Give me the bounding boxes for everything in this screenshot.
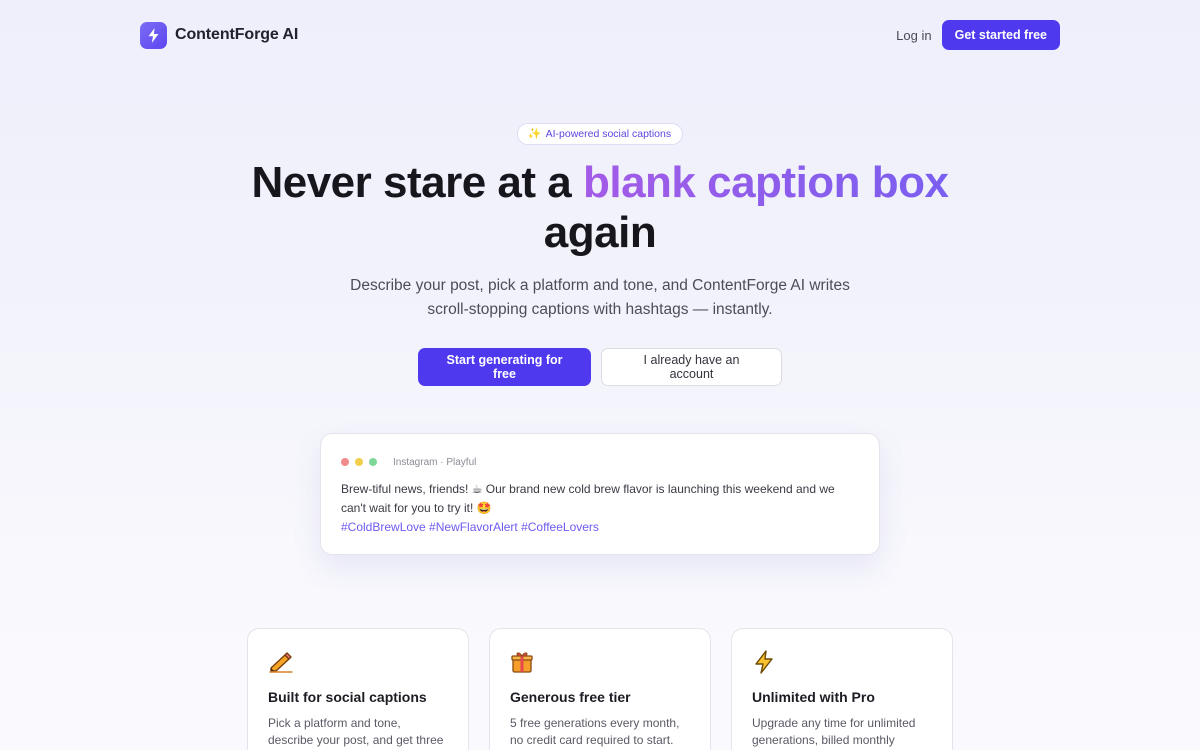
window-dot-green <box>369 458 377 466</box>
brand-name: ContentForge AI <box>175 26 299 43</box>
start-generating-button[interactable]: Start generating for free <box>418 348 591 386</box>
login-link[interactable]: Log in <box>896 28 931 43</box>
preview-hashtags: #ColdBrewLove #NewFlavorAlert #CoffeeLov… <box>341 520 599 534</box>
feature-cards: Built for social captions Pick a platfor… <box>247 628 953 750</box>
preview-header: Instagram · Playful <box>341 454 859 470</box>
existing-account-button[interactable]: I already have an account <box>601 348 782 386</box>
headline-accent: blank caption box <box>582 158 949 207</box>
feature-title: Built for social captions <box>268 689 427 705</box>
feature-desc: Upgrade any time for unlimited generatio… <box>752 716 916 747</box>
gift-icon <box>510 649 690 675</box>
top-nav: ContentForge AI Log in Get started free <box>140 20 1060 50</box>
lightning-bolt-icon <box>140 21 167 49</box>
lightning-icon <box>752 649 932 675</box>
sparkles-icon: ✨ <box>527 127 542 140</box>
get-started-button[interactable]: Get started free <box>941 20 1060 50</box>
badge-text: AI-powered social captions <box>545 128 672 140</box>
brand[interactable]: ContentForge AI <box>140 21 299 49</box>
feature-card: Generous free tier 5 free generations ev… <box>489 628 711 750</box>
hero-badge: ✨ AI-powered social captions <box>516 123 684 145</box>
cta-row: Start generating for free I already have… <box>0 348 1200 386</box>
feature-title: Unlimited with Pro <box>752 689 875 705</box>
feature-title: Generous free tier <box>510 689 631 705</box>
headline-part1: Never stare at a <box>251 158 583 207</box>
feature-desc: 5 free generations every month, no credi… <box>510 716 680 747</box>
hero-subtext: Describe your post, pick a platform and … <box>350 277 850 318</box>
pencil-icon <box>268 649 448 675</box>
preview-meta: Instagram · Playful <box>393 456 477 468</box>
window-dot-red <box>341 458 349 466</box>
hero-headline: Never stare at a blank caption box again <box>0 158 1200 258</box>
caption-preview-card: Instagram · Playful Brew-tiful news, fri… <box>320 433 880 555</box>
feature-desc: Pick a platform and tone, describe your … <box>268 716 444 747</box>
window-dot-yellow <box>355 458 363 466</box>
preview-caption: Brew-tiful news, friends! ☕ Our brand ne… <box>341 482 835 515</box>
nav-actions: Log in Get started free <box>896 20 1060 50</box>
feature-card: Built for social captions Pick a platfor… <box>247 628 469 750</box>
feature-card: Unlimited with Pro Upgrade any time for … <box>731 628 953 750</box>
headline-part2: again <box>543 208 657 257</box>
